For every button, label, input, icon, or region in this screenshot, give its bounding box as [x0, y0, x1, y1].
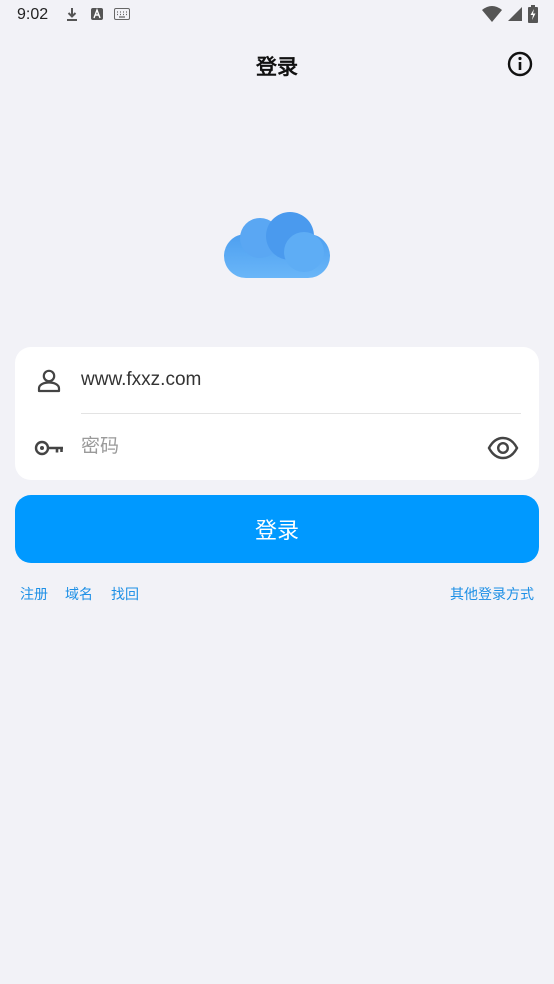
- password-row: [15, 414, 539, 480]
- info-icon[interactable]: [506, 50, 534, 78]
- other-login-link[interactable]: 其他登录方式: [450, 584, 534, 604]
- signal-icon: [508, 7, 522, 21]
- login-card: [15, 347, 539, 480]
- login-button[interactable]: 登录: [15, 495, 539, 563]
- battery-charging-icon: [528, 5, 538, 23]
- domain-link[interactable]: 域名: [65, 584, 93, 604]
- password-input[interactable]: [81, 430, 461, 464]
- status-right-icons: [482, 5, 538, 23]
- download-icon: [67, 8, 77, 21]
- eye-icon[interactable]: [487, 432, 519, 464]
- cloud-icon: [224, 212, 330, 278]
- wifi-icon: [482, 6, 502, 22]
- status-time: 9:02: [17, 6, 49, 23]
- register-link[interactable]: 注册: [20, 584, 48, 604]
- key-icon: [34, 440, 63, 456]
- page-title: 登录: [256, 55, 298, 79]
- keyboard-icon: [114, 8, 130, 20]
- username-input[interactable]: [81, 363, 461, 397]
- status-left-icons: [64, 6, 130, 22]
- header: 登录: [0, 44, 554, 84]
- user-icon: [37, 369, 61, 393]
- font-a-icon: [91, 8, 103, 20]
- status-bar: 9:02: [0, 0, 554, 30]
- username-row: [15, 347, 539, 414]
- recover-link[interactable]: 找回: [111, 584, 139, 604]
